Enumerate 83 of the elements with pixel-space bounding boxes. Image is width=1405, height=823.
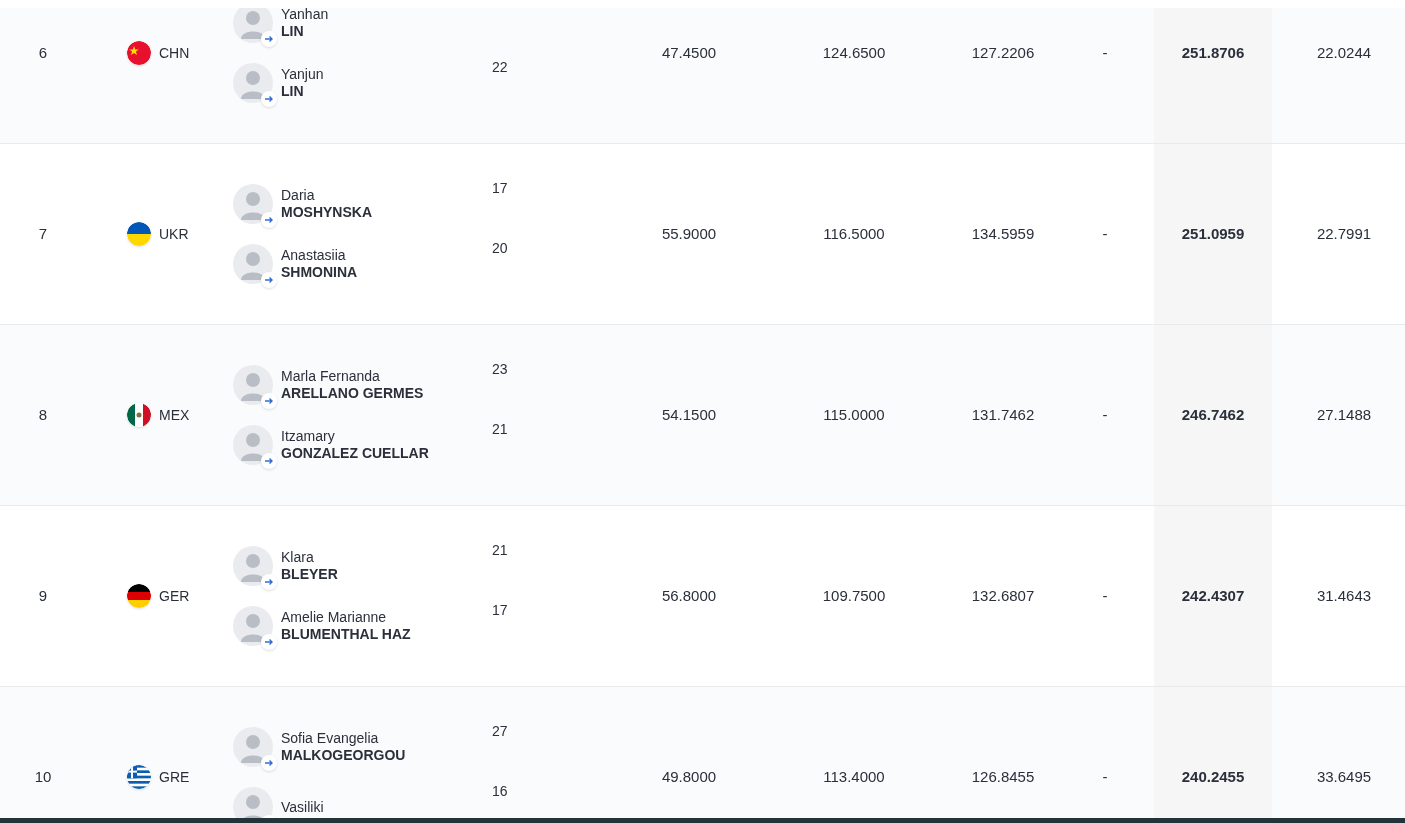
score-cell-text: 49.8000: [660, 766, 718, 787]
athlete-first-name: Yanhan: [281, 8, 329, 23]
total-score: 246.7462: [1181, 404, 1245, 425]
rank: 8: [37, 404, 49, 425]
athlete-first-name: Sofia Evangelia: [281, 730, 380, 747]
athlete-age: 17: [492, 179, 508, 198]
athlete-age: 27: [492, 722, 508, 741]
country-code: GER: [159, 586, 190, 606]
athlete-age: 16: [492, 782, 508, 801]
athlete-last-name: ARELLANO GERMES: [281, 385, 424, 402]
athlete-last-name: MOSHYNSKA: [281, 204, 372, 221]
arrow-right-icon: [261, 31, 277, 47]
athlete-age: 22: [492, 58, 508, 77]
total-score: 251.0959: [1181, 223, 1245, 244]
athlete-first-name: Daria: [281, 187, 316, 204]
flag-icon: [127, 584, 151, 608]
total-score: 242.4307: [1181, 585, 1245, 606]
score-cell-text: -: [1101, 585, 1109, 606]
points-behind: 33.6495: [1315, 766, 1373, 787]
athlete-age: 21: [492, 541, 508, 560]
country-code: GRE: [159, 767, 190, 787]
athlete-first-name: Yanjun: [281, 66, 324, 83]
score-cell-text: -: [1101, 42, 1109, 63]
athlete-first-name: Marla Fernanda: [281, 368, 381, 385]
flag-icon: [127, 41, 151, 65]
score-cell-text: 56.8000: [660, 585, 718, 606]
score-cell-text: -: [1101, 766, 1109, 787]
score-cell-text: 132.6807: [970, 585, 1036, 606]
athlete-first-name: Vasiliki: [281, 798, 324, 816]
athlete-last-name: MALKOGEORGOU: [281, 747, 406, 764]
country-code: UKR: [159, 224, 189, 244]
athlete-age: 23: [492, 360, 508, 379]
rank: 7: [37, 223, 49, 244]
score-cell-text: 109.7500: [821, 585, 887, 606]
country-code: MEX: [159, 405, 190, 425]
athlete-last-name: SHMONINA: [281, 264, 358, 281]
country-code: CHN: [159, 43, 190, 63]
athlete-age: 20: [492, 239, 508, 258]
score-cell-text: -: [1101, 404, 1109, 425]
score-cell-text: -: [1101, 223, 1109, 244]
points-behind: 27.1488: [1315, 404, 1373, 425]
rank: 6: [37, 42, 49, 63]
score-cell-text: 124.6500: [821, 42, 887, 63]
athlete-age: 17: [492, 601, 508, 620]
flag-icon: [127, 403, 151, 427]
athlete-last-name: LIN: [281, 83, 305, 100]
athlete-first-name: Itzamary: [281, 428, 336, 445]
arrow-right-icon: [261, 755, 277, 771]
rank: 9: [37, 585, 49, 606]
athlete-first-name: Amelie Marianne: [281, 609, 388, 626]
arrow-right-icon: [261, 272, 277, 288]
athlete-last-name: GONZALEZ CUELLAR: [281, 445, 429, 462]
athlete-last-name: BLUMENTHAL HAZ: [281, 626, 411, 643]
arrow-right-icon: [261, 453, 277, 469]
arrow-right-icon: [261, 91, 277, 107]
score-cell-text: 54.1500: [660, 404, 718, 425]
athlete-age: 21: [492, 420, 508, 439]
flag-icon: [127, 765, 151, 789]
score-cell-text: 134.5959: [970, 223, 1036, 244]
score-cell-text: 126.8455: [970, 766, 1036, 787]
arrow-right-icon: [261, 574, 277, 590]
score-cell-text: 47.4500: [660, 42, 718, 63]
score-cell-text: 116.5000: [822, 223, 886, 244]
points-behind: 31.4643: [1315, 585, 1373, 606]
athlete-last-name: BLEYER: [281, 566, 338, 583]
score-cell-text: 113.4000: [822, 766, 886, 787]
athlete-last-name: LIN: [281, 23, 305, 40]
athlete-avatar[interactable]: [233, 787, 273, 818]
athlete-first-name: Anastasiia: [281, 247, 347, 264]
rank: 10: [33, 766, 53, 787]
points-behind: 22.0244: [1315, 42, 1373, 63]
arrow-right-icon: [261, 212, 277, 228]
total-score: 251.8706: [1181, 42, 1245, 63]
arrow-right-icon: [261, 634, 277, 650]
score-cell-text: 131.7462: [970, 404, 1036, 425]
score-cell-text: 55.9000: [660, 223, 718, 244]
score-cell-text: 115.0000: [822, 404, 886, 425]
points-behind: 22.7991: [1315, 223, 1373, 244]
athlete-first-name: Klara: [281, 549, 315, 566]
arrow-right-icon: [261, 393, 277, 409]
score-cell-text: 127.2206: [970, 42, 1036, 63]
flag-icon: [127, 222, 151, 246]
total-score: 240.2455: [1181, 766, 1245, 787]
